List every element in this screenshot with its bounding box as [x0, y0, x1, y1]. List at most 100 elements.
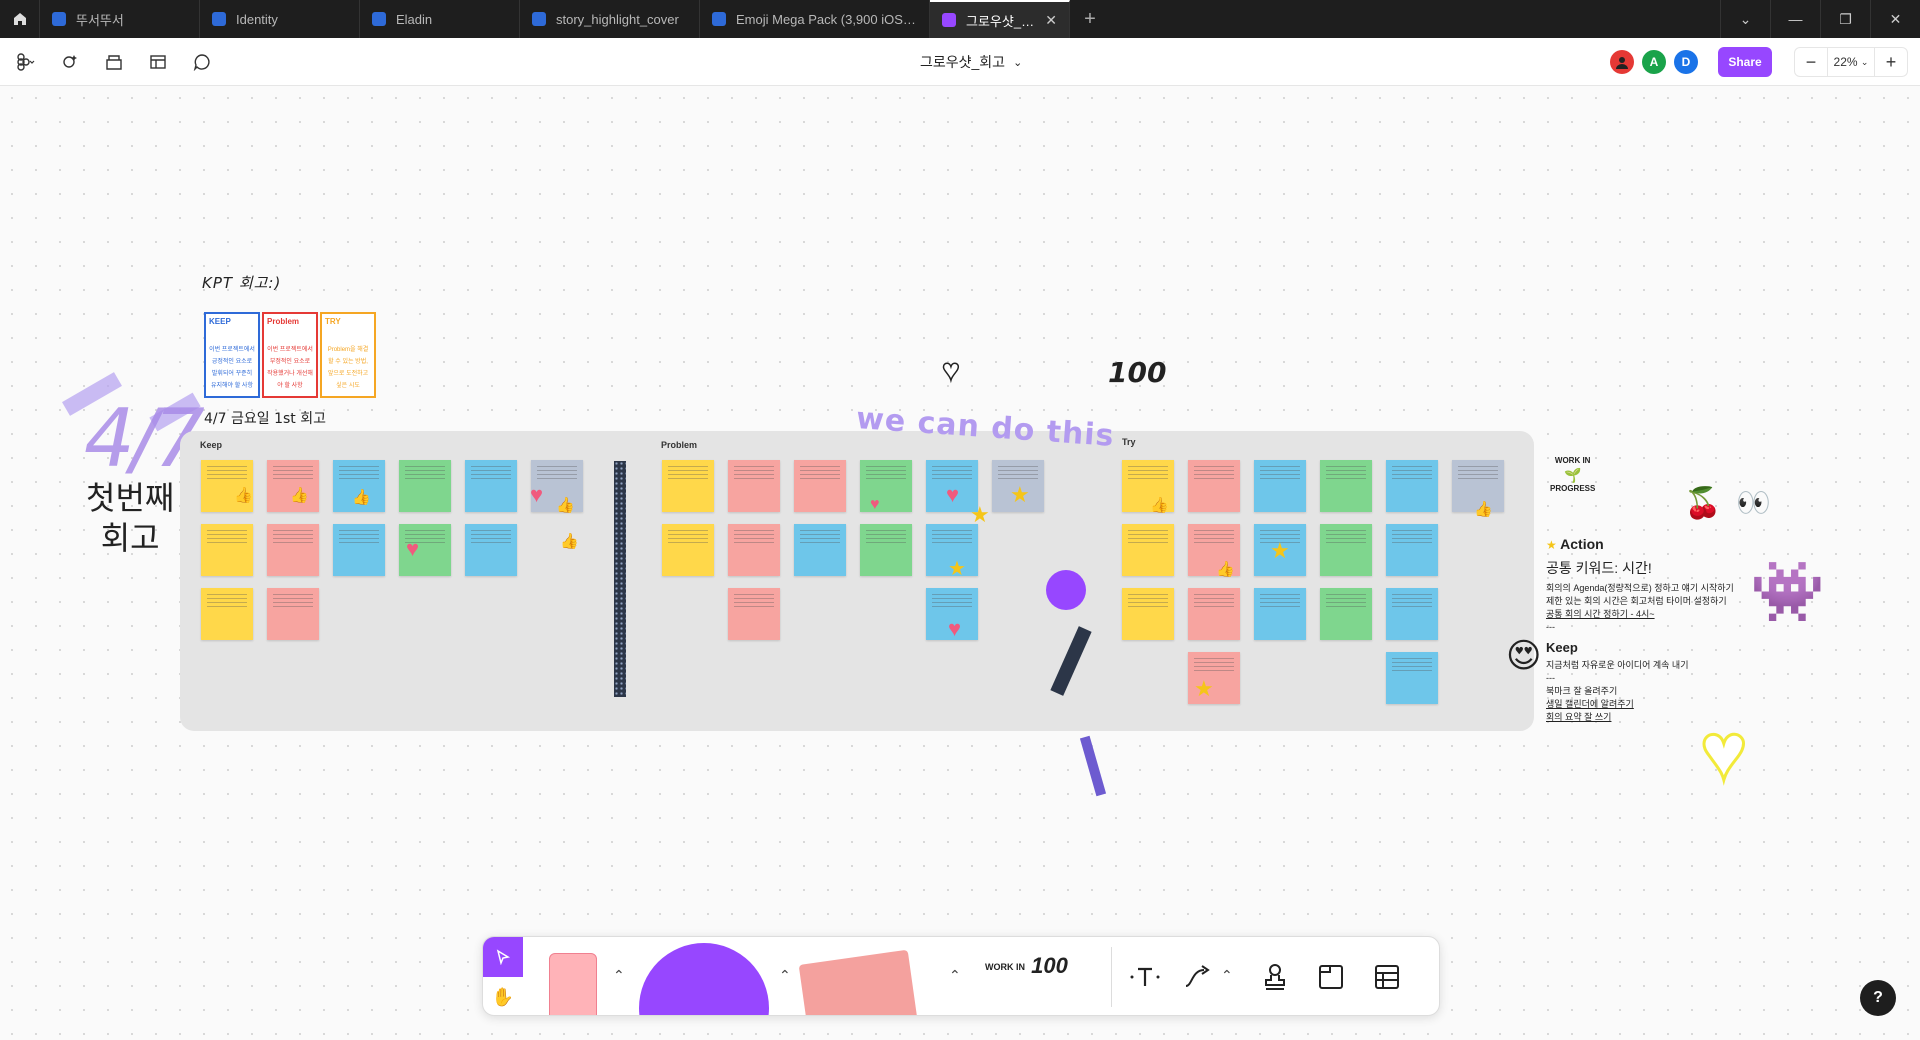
section-tool-button[interactable]: [1311, 957, 1351, 997]
action-keep-title: Keep: [1546, 640, 1578, 655]
sticky-note[interactable]: [1188, 588, 1240, 640]
sticky-note[interactable]: [1320, 588, 1372, 640]
tab-0[interactable]: 뚜서뚜서: [40, 0, 200, 38]
sticky-note[interactable]: [201, 524, 253, 576]
sticky-note[interactable]: [728, 588, 780, 640]
table-icon: [1375, 965, 1399, 989]
main-menu-button[interactable]: [12, 48, 40, 76]
figjam-canvas[interactable]: KPT 회고:) KEEP 이번 프로젝트에서 긍정적인 요소로 발휘되어 꾸준…: [0, 86, 1920, 1040]
sticky-note[interactable]: [728, 460, 780, 512]
sticky-note[interactable]: [1320, 524, 1372, 576]
text-tool-button[interactable]: [1125, 957, 1165, 997]
sparkle-icon: [63, 55, 77, 68]
chevron-down-icon: ⌄: [1013, 56, 1023, 69]
action-notes[interactable]: ★ Action 공통 키워드: 시간! 회의의 Agenda(정량적으로) 정…: [1546, 536, 1736, 724]
sticky-note[interactable]: [399, 460, 451, 512]
sticky-note[interactable]: [794, 524, 846, 576]
sticky-note[interactable]: [465, 460, 517, 512]
connector-tool-button[interactable]: [1179, 957, 1219, 997]
chevron-down-icon: ⌄: [1860, 56, 1869, 67]
chevron-up-icon[interactable]: ⌃: [1221, 967, 1233, 984]
sticky-note[interactable]: [1320, 460, 1372, 512]
close-tab-icon[interactable]: ✕: [1045, 12, 1057, 29]
tab-2[interactable]: Eladin: [360, 0, 520, 38]
sticky-note[interactable]: [333, 524, 385, 576]
cherry-sticker: 🍒: [1684, 487, 1722, 520]
zoom-out-button[interactable]: −: [1795, 48, 1827, 76]
sticky-note[interactable]: [860, 524, 912, 576]
stamp-icon: [1265, 964, 1285, 990]
table-tool-button[interactable]: [1367, 957, 1407, 997]
avatar-user-1[interactable]: A: [1642, 50, 1666, 74]
sticky-note[interactable]: [662, 460, 714, 512]
zoom-in-button[interactable]: +: [1875, 48, 1907, 76]
share-button[interactable]: Share: [1718, 47, 1772, 77]
help-button[interactable]: ?: [1860, 980, 1896, 1016]
sticky-note[interactable]: [1122, 524, 1174, 576]
sticky-note[interactable]: [1386, 652, 1438, 704]
toolbar-left: [12, 48, 216, 76]
eyes-sticker: 👀: [1736, 487, 1771, 518]
chevron-up-icon[interactable]: ⌃: [613, 967, 625, 984]
minimize-icon[interactable]: —: [1770, 0, 1820, 38]
hand-icon: ✋: [491, 986, 515, 1007]
home-button[interactable]: [0, 0, 40, 38]
sticky-note[interactable]: [1386, 588, 1438, 640]
sticky-note[interactable]: [728, 524, 780, 576]
tab-1[interactable]: Identity: [200, 0, 360, 38]
thumbs-up-icon: 👍: [352, 489, 371, 506]
hand-tool-button[interactable]: ✋: [483, 977, 523, 1015]
action-keep-line: ---: [1546, 673, 1555, 683]
sticky-note[interactable]: [1254, 588, 1306, 640]
zoom-level[interactable]: 22% ⌄: [1827, 48, 1875, 76]
tab-5-active[interactable]: 그로우샷_회고✕: [930, 0, 1070, 38]
kpt-title: KPT 회고:): [202, 274, 282, 292]
legend-keep[interactable]: KEEP 이번 프로젝트에서 긍정적인 요소로 발휘되어 꾸준히 유지해야 할 …: [204, 312, 260, 398]
chevron-up-icon[interactable]: ⌃: [779, 967, 791, 984]
sticky-note[interactable]: [201, 588, 253, 640]
sticky-note[interactable]: [662, 524, 714, 576]
cursor-icon: [496, 949, 511, 965]
tab-3[interactable]: story_highlight_cover: [520, 0, 700, 38]
stamp-tool-button[interactable]: [1255, 957, 1295, 997]
maximize-icon[interactable]: ❐: [1820, 0, 1870, 38]
legend-problem[interactable]: Problem 이번 프로젝트에서 부정적인 요소로 작용했거나 개선해야 할 …: [262, 312, 318, 398]
action-keep-line: 북마크 잘 올려주기: [1546, 686, 1618, 696]
tab-4[interactable]: Emoji Mega Pack (3,900 iOS Apple Emojis): [700, 0, 930, 38]
heart-eyes-emoji-sticker: 😍: [1506, 637, 1542, 675]
templates-button[interactable]: [144, 48, 172, 76]
sticky-note[interactable]: [267, 588, 319, 640]
stickers-tool[interactable]: WORK IN 100: [985, 953, 1068, 979]
chevron-up-icon[interactable]: ⌃: [949, 967, 961, 984]
file-title-button[interactable]: 그로우샷_회고 ⌄: [920, 52, 1022, 72]
sticky-note[interactable]: [1122, 588, 1174, 640]
avatar-user-0[interactable]: [1610, 50, 1634, 74]
paper-tool[interactable]: [798, 949, 918, 1015]
new-tab-button[interactable]: +: [1070, 0, 1110, 38]
ai-tools-button[interactable]: [56, 48, 84, 76]
select-tool-button[interactable]: [483, 937, 523, 977]
avatar-user-2[interactable]: D: [1674, 50, 1698, 74]
sticky-note[interactable]: [794, 460, 846, 512]
action-line: 회의의 Agenda(정량적으로) 정하고 얘기 시작하기: [1546, 583, 1734, 593]
legend-try[interactable]: TRY Problem을 해결할 수 있는 방법, 앞으로 도전하고 싶은 시도: [320, 312, 376, 398]
sticky-note-tool[interactable]: [549, 953, 597, 1015]
sticky-note[interactable]: [267, 524, 319, 576]
sticky-note[interactable]: [1188, 460, 1240, 512]
shape-tool[interactable]: [639, 943, 769, 1015]
design-file-icon: [212, 12, 226, 26]
sticky-note[interactable]: [860, 460, 912, 512]
star-icon: ★: [1194, 676, 1214, 701]
sticky-note[interactable]: [1386, 524, 1438, 576]
action-keep-line: 회의 요약 잘 쓰기: [1546, 712, 1612, 722]
sticky-note[interactable]: [1254, 460, 1306, 512]
comments-button[interactable]: [188, 48, 216, 76]
purple-circle-shape[interactable]: [1046, 570, 1086, 610]
sticky-note[interactable]: [465, 524, 517, 576]
close-window-icon[interactable]: ✕: [1870, 0, 1920, 38]
thumbs-up-icon: 👍: [1474, 501, 1493, 518]
sticky-note[interactable]: [1386, 460, 1438, 512]
column-label-keep: Keep: [200, 440, 223, 450]
tab-list-chevron-icon[interactable]: ⌄: [1720, 0, 1770, 38]
resources-button[interactable]: [100, 48, 128, 76]
